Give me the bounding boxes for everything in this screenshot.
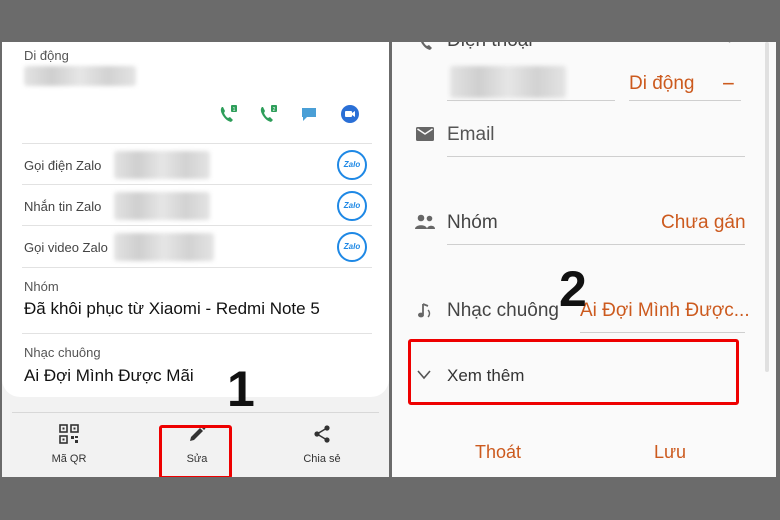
ringtone-selector[interactable]: Ai Đợi Mình Được... (580, 300, 750, 322)
mobile-number-redacted (24, 66, 136, 86)
save-button[interactable]: Lưu (654, 442, 686, 463)
add-phone-button[interactable]: + (724, 42, 735, 50)
mobile-label: Di động (24, 48, 69, 63)
group-underline (447, 244, 745, 245)
qr-code-label: Mã QR (51, 453, 87, 465)
video-call-icon[interactable] (340, 104, 360, 124)
zalo-video-number-redacted (114, 233, 214, 261)
share-label: Chia sẻ (303, 453, 341, 465)
group-selector[interactable]: Chưa gán (661, 212, 746, 234)
contact-info-card: Di động 1 2 Gọi điện Zalo Zalo Nhắn tin … (2, 42, 389, 397)
share-icon (314, 425, 330, 443)
qr-code-button[interactable]: Mã QR (24, 424, 114, 465)
email-input[interactable]: Email (447, 124, 495, 146)
phone-field-label: Điện thoại (447, 42, 533, 52)
email-underline (447, 156, 745, 157)
qr-code-icon (59, 424, 79, 444)
phone-call-sim2-icon[interactable]: 2 (258, 104, 278, 124)
zalo-video-label: Gọi video Zalo (24, 240, 108, 255)
zalo-message-number-redacted (114, 192, 210, 220)
phone-type-underline (629, 100, 741, 101)
group-value: Đã khôi phục từ Xiaomi - Redmi Note 5 (24, 299, 320, 318)
ringtone-value: Ai Đợi Mình Được Mãi (24, 366, 194, 385)
divider (22, 267, 372, 268)
edit-contact-screen: Điện thoại + Di động − Email Nhóm Chưa g… (392, 42, 776, 477)
group-field-label: Nhóm (447, 212, 498, 233)
zalo-message-label: Nhắn tin Zalo (24, 199, 102, 214)
phone-number-redacted[interactable] (450, 66, 566, 98)
divider (22, 184, 372, 185)
edit-highlight-box (159, 425, 232, 477)
phone-icon (421, 42, 432, 50)
cancel-button[interactable]: Thoát (475, 442, 521, 463)
contact-details-screen: Di động 1 2 Gọi điện Zalo Zalo Nhắn tin … (2, 42, 389, 477)
step-1-annotation: 1 (227, 361, 255, 417)
zalo-call-label: Gọi điện Zalo (24, 158, 102, 173)
ringtone-label: Nhạc chuông (24, 345, 101, 360)
phone-input-underline (447, 100, 615, 101)
phone-call-sim1-icon[interactable]: 1 (218, 104, 238, 124)
group-icon (415, 214, 435, 229)
remove-phone-button[interactable]: − (722, 71, 735, 97)
divider (22, 225, 372, 226)
message-icon[interactable] (299, 104, 319, 124)
svg-text:2: 2 (273, 107, 276, 113)
zalo-call-number-redacted (114, 151, 210, 179)
step-2-annotation: 2 (559, 261, 587, 317)
ringtone-field-label: Nhạc chuông (447, 300, 559, 321)
ringtone-icon (418, 303, 431, 318)
ringtone-underline (580, 332, 745, 333)
zalo-call-icon[interactable]: Zalo (337, 150, 367, 180)
group-label: Nhóm (24, 279, 59, 294)
zalo-video-icon[interactable]: Zalo (337, 232, 367, 262)
divider (22, 333, 372, 334)
bottom-bar-divider (12, 412, 379, 413)
scrollbar[interactable] (765, 42, 769, 372)
phone-type-selector[interactable]: Di động (629, 73, 695, 95)
email-icon (416, 127, 434, 141)
zalo-message-icon[interactable]: Zalo (337, 191, 367, 221)
view-more-highlight-box (408, 339, 739, 405)
svg-text:1: 1 (233, 107, 236, 113)
share-button[interactable]: Chia sẻ (277, 424, 367, 465)
divider (22, 143, 372, 144)
